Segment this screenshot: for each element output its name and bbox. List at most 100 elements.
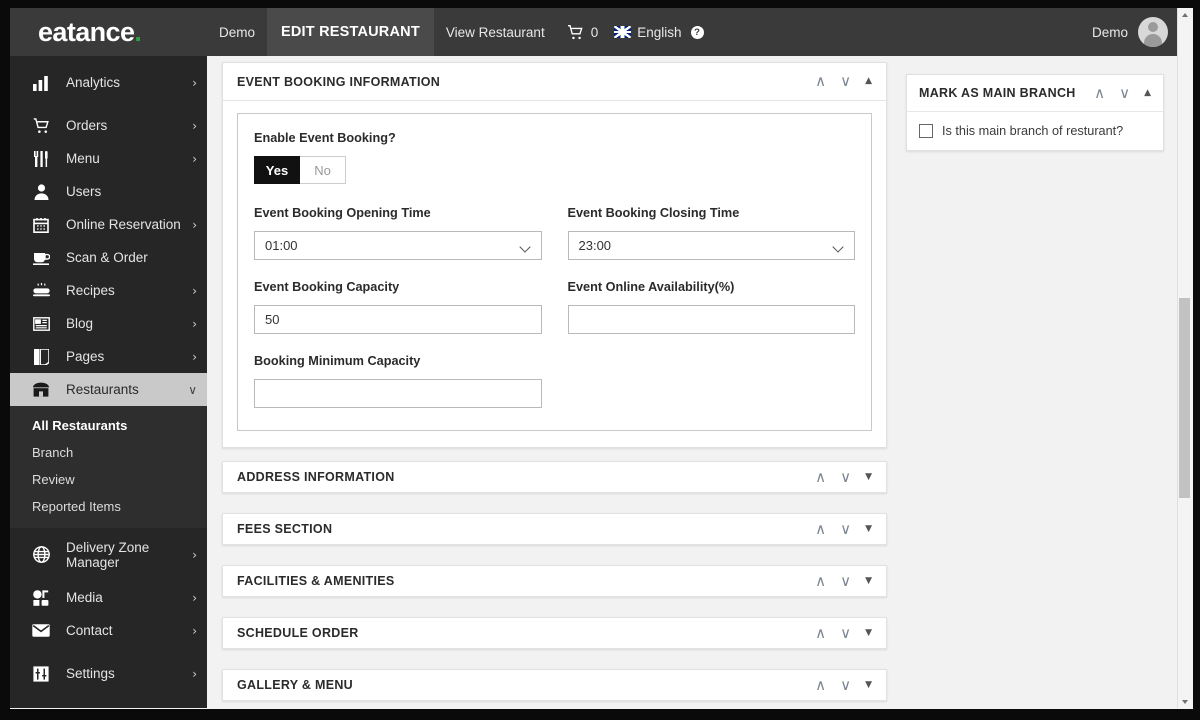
sidebar-item-settings[interactable]: Settings › xyxy=(10,657,207,690)
sidebar-label: Contact xyxy=(66,623,113,638)
main-branch-checkbox[interactable] xyxy=(919,124,933,138)
sidebar-item-users[interactable]: Users xyxy=(10,175,207,208)
nav-view-restaurant[interactable]: View Restaurant xyxy=(434,8,557,56)
sidebar-item-wpml[interactable]: WPML › xyxy=(10,700,207,708)
user-icon xyxy=(30,183,52,200)
main-branch-checkbox-label: Is this main branch of resturant? xyxy=(942,124,1124,138)
closing-time-select[interactable]: 23:00 xyxy=(567,231,855,260)
sidebar-subitem-all-restaurants[interactable]: All Restaurants xyxy=(10,412,207,439)
move-up-icon[interactable]: ∧ xyxy=(815,521,826,537)
scroll-down-arrow-icon[interactable] xyxy=(1178,695,1191,708)
section-schedule-order[interactable]: SCHEDULE ORDER ∧ ∨ ▼ xyxy=(222,617,887,649)
opening-time-select[interactable]: 01:00 xyxy=(254,231,542,260)
sidebar-item-scan-and-order[interactable]: Scan & Order xyxy=(10,241,207,274)
sidebar-item-pages[interactable]: Pages › xyxy=(10,340,207,373)
sidebar-label: Analytics xyxy=(66,75,121,90)
sidebar-subitem-review[interactable]: Review xyxy=(10,466,207,493)
scroll-up-arrow-icon[interactable] xyxy=(1178,8,1191,21)
sidebar[interactable]: Analytics › Orders › Menu › Users Online… xyxy=(10,56,207,708)
section-facilities-and-amenities[interactable]: FACILITIES & AMENITIES ∧ ∨ ▼ xyxy=(222,565,887,597)
cart-count: 0 xyxy=(590,24,599,40)
move-down-icon[interactable]: ∨ xyxy=(840,625,851,641)
nav-demo[interactable]: Demo xyxy=(207,8,267,56)
section-gallery-and-menu[interactable]: GALLERY & MENU ∧ ∨ ▼ xyxy=(222,669,887,701)
expand-toggle-icon[interactable]: ▼ xyxy=(865,576,872,586)
move-up-icon[interactable]: ∧ xyxy=(815,469,826,485)
closing-time-field-group: Event Booking Closing Time 23:00 xyxy=(567,206,855,260)
collapse-toggle-icon[interactable]: ▲ xyxy=(1144,88,1151,98)
nav-edit-restaurant[interactable]: EDIT RESTAURANT xyxy=(267,8,434,56)
move-down-icon[interactable]: ∨ xyxy=(1119,85,1130,101)
scrollbar-thumb[interactable] xyxy=(1179,298,1190,498)
sidebar-item-media[interactable]: Media › xyxy=(10,581,207,614)
calendar-icon xyxy=(30,217,52,233)
chevron-right-icon: › xyxy=(192,316,197,331)
section-title: FEES SECTION xyxy=(237,522,333,536)
section-title: FACILITIES & AMENITIES xyxy=(237,574,395,588)
move-up-icon[interactable]: ∧ xyxy=(815,625,826,641)
sidebar-item-delivery-zone-manager[interactable]: Delivery Zone Manager › xyxy=(10,538,207,571)
sidebar-label: Menu xyxy=(66,151,100,166)
window-frame-top xyxy=(0,0,1200,8)
expand-toggle-icon[interactable]: ▼ xyxy=(865,524,872,534)
sidebar-item-menu[interactable]: Menu › xyxy=(10,142,207,175)
chevron-right-icon: › xyxy=(192,151,197,166)
toggle-no-option[interactable]: No xyxy=(300,156,346,184)
chevron-right-icon: › xyxy=(192,666,197,681)
move-down-icon[interactable]: ∨ xyxy=(840,74,851,89)
side-column: MARK AS MAIN BRANCH ∧ ∨ ▲ Is this main b… xyxy=(906,74,1164,151)
language-selector[interactable]: English ? xyxy=(608,25,709,40)
min-capacity-input[interactable] xyxy=(254,379,542,408)
move-down-icon[interactable]: ∨ xyxy=(840,521,851,537)
help-icon[interactable]: ? xyxy=(690,25,704,39)
globe-icon xyxy=(30,546,52,563)
collapse-toggle-icon[interactable]: ▲ xyxy=(865,77,872,86)
min-capacity-field-group: Booking Minimum Capacity xyxy=(254,354,542,408)
sidebar-item-online-reservation[interactable]: Online Reservation › xyxy=(10,208,207,241)
capacity-input[interactable]: 50 xyxy=(254,305,542,334)
shopping-cart-icon xyxy=(567,24,584,40)
chevron-right-icon: › xyxy=(192,349,197,364)
envelope-icon xyxy=(30,624,52,637)
sidebar-subitem-branch[interactable]: Branch xyxy=(10,439,207,466)
move-up-icon[interactable]: ∧ xyxy=(815,74,826,89)
sidebar-item-analytics[interactable]: Analytics › xyxy=(10,66,207,99)
availability-input[interactable] xyxy=(567,305,855,334)
move-down-icon[interactable]: ∨ xyxy=(840,573,851,589)
sidebar-label: Blog xyxy=(66,316,94,331)
move-down-icon[interactable]: ∨ xyxy=(840,677,851,693)
main-column: EVENT BOOKING INFORMATION ∧ ∨ ▲ Enable E… xyxy=(222,62,887,708)
expand-toggle-icon[interactable]: ▼ xyxy=(865,628,872,638)
event-booking-form: Enable Event Booking? Yes No Event Booki… xyxy=(237,113,872,431)
move-down-icon[interactable]: ∨ xyxy=(840,469,851,485)
sidebar-item-orders[interactable]: Orders › xyxy=(10,109,207,142)
toggle-yes-option[interactable]: Yes xyxy=(254,156,300,184)
availability-field-group: Event Online Availability(%) xyxy=(567,280,855,334)
sidebar-item-recipes[interactable]: Recipes › xyxy=(10,274,207,307)
move-up-icon[interactable]: ∧ xyxy=(815,677,826,693)
storefront-icon xyxy=(30,382,52,397)
sidebar-item-contact[interactable]: Contact › xyxy=(10,614,207,647)
enable-event-booking-toggle[interactable]: Yes No xyxy=(254,156,855,184)
brand-logo[interactable]: eatance. xyxy=(10,8,207,56)
panel-title: EVENT BOOKING INFORMATION xyxy=(237,74,441,89)
language-label: English xyxy=(637,24,682,40)
panel-header: EVENT BOOKING INFORMATION ∧ ∨ ▲ xyxy=(223,63,886,101)
page-scrollbar[interactable] xyxy=(1177,8,1190,708)
sidebar-subitem-reported-items[interactable]: Reported Items xyxy=(10,493,207,520)
move-up-icon[interactable]: ∧ xyxy=(815,573,826,589)
section-actions: ∧ ∨ ▼ xyxy=(815,469,872,485)
sidebar-label: Pages xyxy=(66,349,105,364)
sidebar-label: Restaurants xyxy=(66,382,139,397)
chevron-right-icon: › xyxy=(192,283,197,298)
sidebar-label: Orders xyxy=(66,118,108,133)
sidebar-item-blog[interactable]: Blog › xyxy=(10,307,207,340)
section-address-information[interactable]: ADDRESS INFORMATION ∧ ∨ ▼ xyxy=(222,461,887,493)
expand-toggle-icon[interactable]: ▼ xyxy=(865,680,872,690)
avatar[interactable] xyxy=(1138,17,1168,47)
sidebar-item-restaurants[interactable]: Restaurants ∨ xyxy=(10,373,207,406)
move-up-icon[interactable]: ∧ xyxy=(1094,85,1105,101)
expand-toggle-icon[interactable]: ▼ xyxy=(865,472,872,482)
cart-button[interactable]: 0 xyxy=(557,24,609,40)
section-fees-section[interactable]: FEES SECTION ∧ ∨ ▼ xyxy=(222,513,887,545)
